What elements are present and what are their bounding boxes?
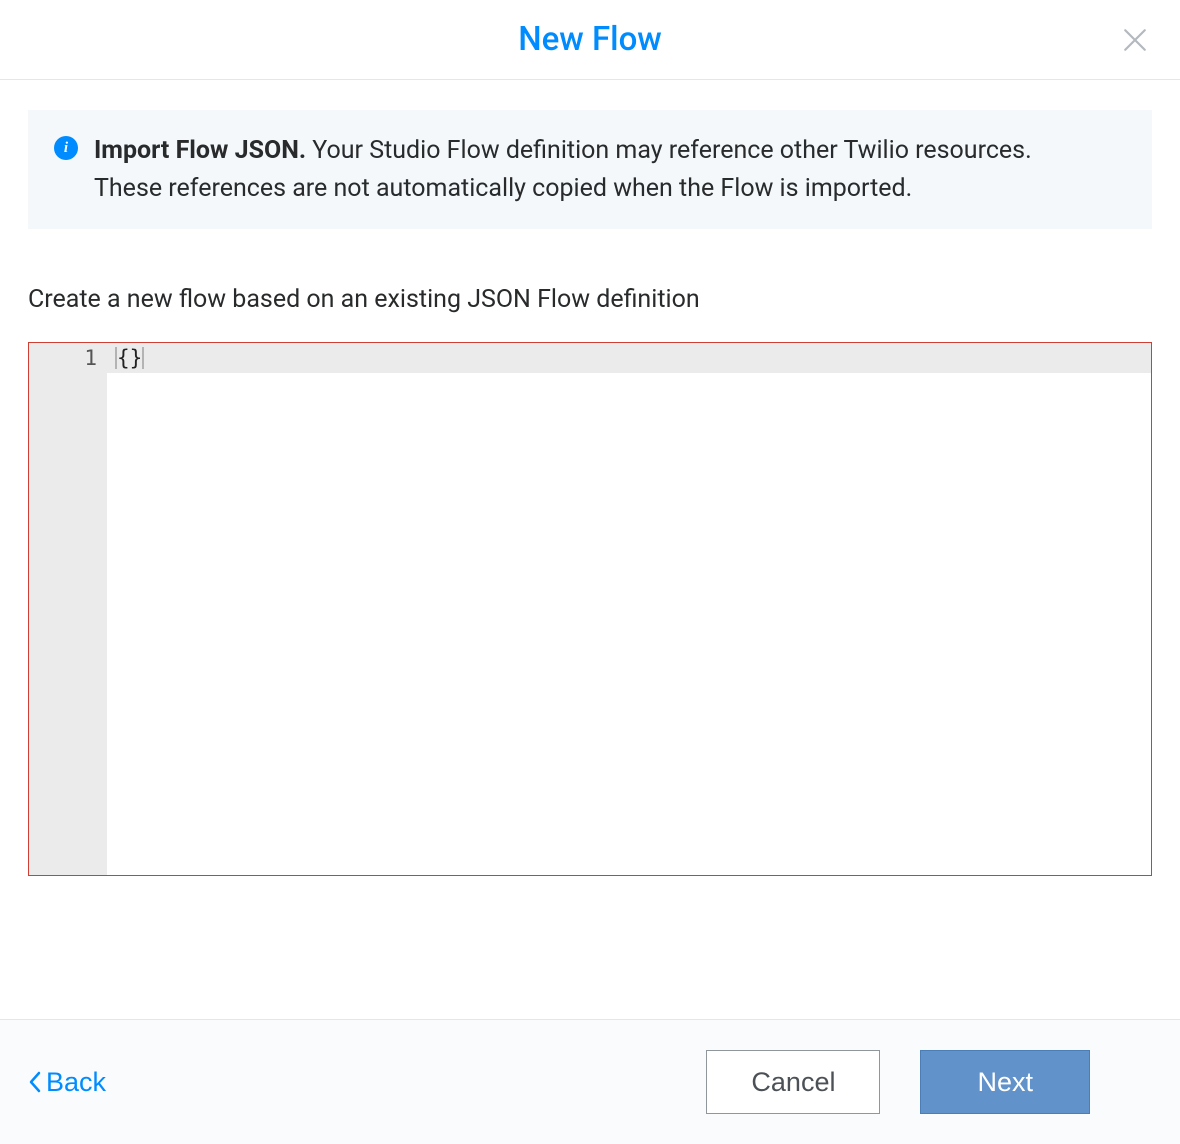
info-icon: i <box>54 136 78 160</box>
json-editor[interactable]: 1 {} <box>28 342 1152 876</box>
next-button[interactable]: Next <box>920 1050 1090 1114</box>
cancel-button[interactable]: Cancel <box>706 1050 880 1114</box>
modal-title: New Flow <box>518 20 662 59</box>
editor-code-area[interactable]: {} <box>107 343 1151 875</box>
info-bold: Import Flow JSON. <box>94 136 306 165</box>
line-number: 1 <box>29 343 97 373</box>
modal-footer: Back Cancel Next <box>0 1019 1180 1144</box>
back-label: Back <box>46 1067 106 1098</box>
close-icon <box>1122 27 1148 53</box>
info-banner: i Import Flow JSON. Your Studio Flow def… <box>28 110 1152 229</box>
cursor-indicator-right <box>142 347 144 369</box>
info-text: Import Flow JSON. Your Studio Flow defin… <box>94 132 1122 207</box>
back-button[interactable]: Back <box>28 1067 106 1098</box>
modal-body: i Import Flow JSON. Your Studio Flow def… <box>0 80 1180 1019</box>
close-button[interactable] <box>1116 21 1154 59</box>
chevron-left-icon <box>28 1071 42 1093</box>
modal-header: New Flow <box>0 0 1180 80</box>
info-icon-wrap: i <box>54 136 78 160</box>
code-content: {} <box>117 343 142 373</box>
code-line: {} <box>107 343 1151 373</box>
description-text: Create a new flow based on an existing J… <box>28 285 1152 314</box>
editor-gutter: 1 <box>29 343 107 875</box>
